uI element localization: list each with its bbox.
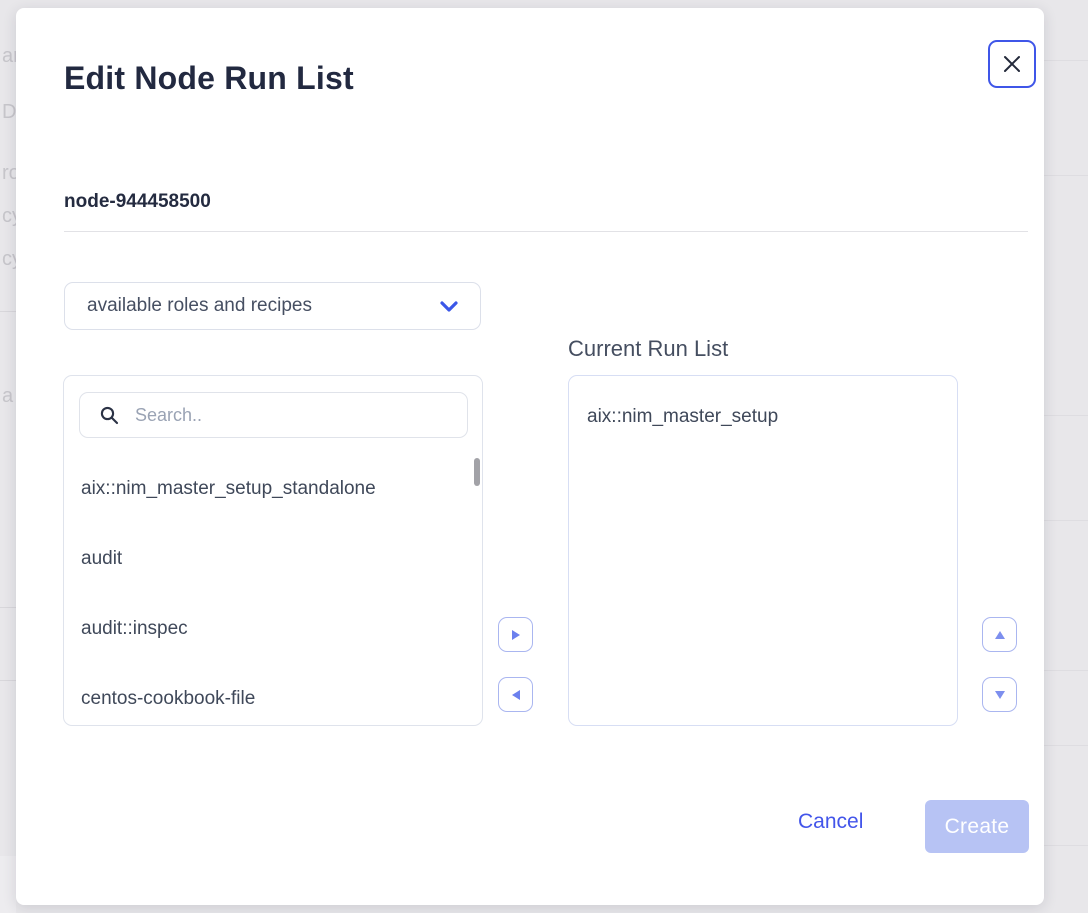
divider	[0, 680, 16, 681]
scrollbar-thumb[interactable]	[474, 458, 480, 486]
list-item[interactable]: audit	[64, 524, 482, 594]
search-input[interactable]	[135, 393, 467, 437]
list-item[interactable]: audit::inspec	[64, 594, 482, 664]
available-items-list: aix::nim_master_setup_standalone audit a…	[64, 454, 482, 726]
close-icon	[1003, 55, 1021, 73]
available-roles-recipes-dropdown[interactable]: available roles and recipes	[64, 282, 481, 330]
current-run-list-panel: aix::nim_master_setup	[568, 375, 958, 726]
list-item[interactable]: aix::nim_master_setup_standalone	[64, 454, 482, 524]
search-icon	[100, 406, 119, 425]
move-left-button[interactable]	[498, 677, 533, 712]
create-button[interactable]: Create	[925, 800, 1029, 853]
cancel-button[interactable]: Cancel	[798, 810, 863, 834]
triangle-down-icon	[995, 691, 1005, 699]
divider	[64, 231, 1028, 232]
available-items-panel: aix::nim_master_setup_standalone audit a…	[63, 375, 483, 726]
sidebar-fragment: a	[2, 385, 13, 408]
move-up-button[interactable]	[982, 617, 1017, 652]
divider	[1044, 175, 1088, 176]
divider	[1044, 415, 1088, 416]
triangle-up-icon	[995, 631, 1005, 639]
triangle-left-icon	[512, 690, 520, 700]
divider	[0, 311, 16, 312]
close-button[interactable]	[988, 40, 1036, 88]
search-field	[79, 392, 468, 438]
edit-node-run-list-modal: Edit Node Run List node-944458500 availa…	[16, 8, 1044, 905]
move-down-button[interactable]	[982, 677, 1017, 712]
divider	[1044, 670, 1088, 671]
modal-title: Edit Node Run List	[64, 60, 354, 97]
divider	[1044, 745, 1088, 746]
dropdown-selected-value: available roles and recipes	[87, 295, 440, 317]
move-right-button[interactable]	[498, 617, 533, 652]
triangle-right-icon	[512, 630, 520, 640]
divider	[0, 607, 16, 608]
divider	[1044, 520, 1088, 521]
divider	[1044, 845, 1088, 846]
background-footer	[0, 856, 16, 913]
divider	[1044, 60, 1088, 61]
run-list-item[interactable]: aix::nim_master_setup	[587, 406, 957, 428]
list-item[interactable]: centos-cookbook-file	[64, 664, 482, 726]
current-run-list-heading: Current Run List	[568, 336, 728, 362]
node-name-label: node-944458500	[64, 191, 211, 213]
chevron-down-icon	[440, 301, 458, 312]
